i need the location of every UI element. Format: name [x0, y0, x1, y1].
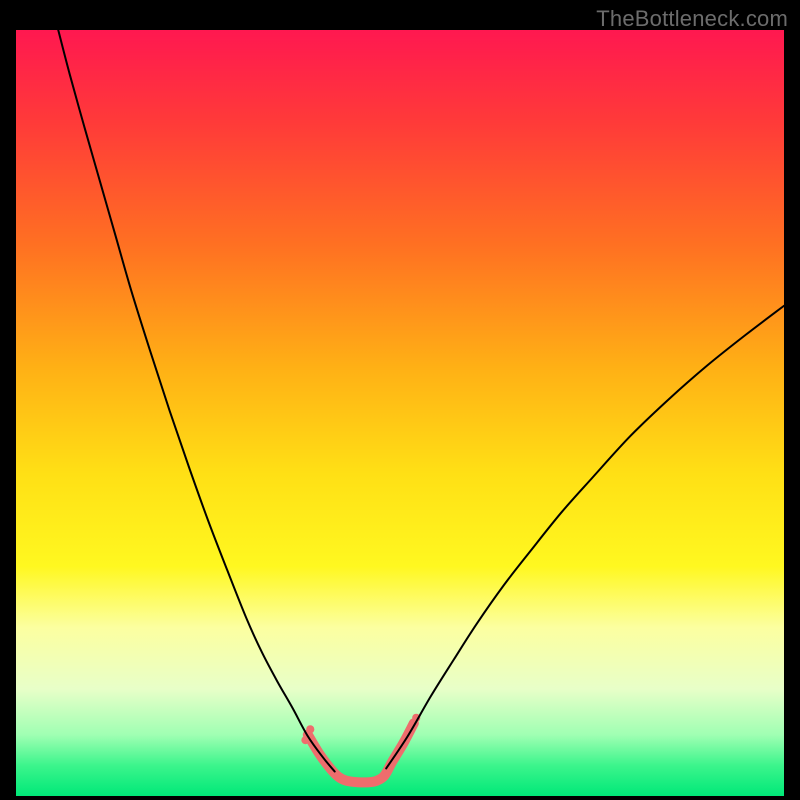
page-root: TheBottleneck.com	[0, 0, 800, 800]
chart-curves	[16, 30, 784, 796]
series-curve-right	[386, 306, 784, 769]
series-curve-left	[58, 30, 334, 771]
watermark-text: TheBottleneck.com	[596, 6, 788, 32]
chart-plot	[16, 30, 784, 796]
